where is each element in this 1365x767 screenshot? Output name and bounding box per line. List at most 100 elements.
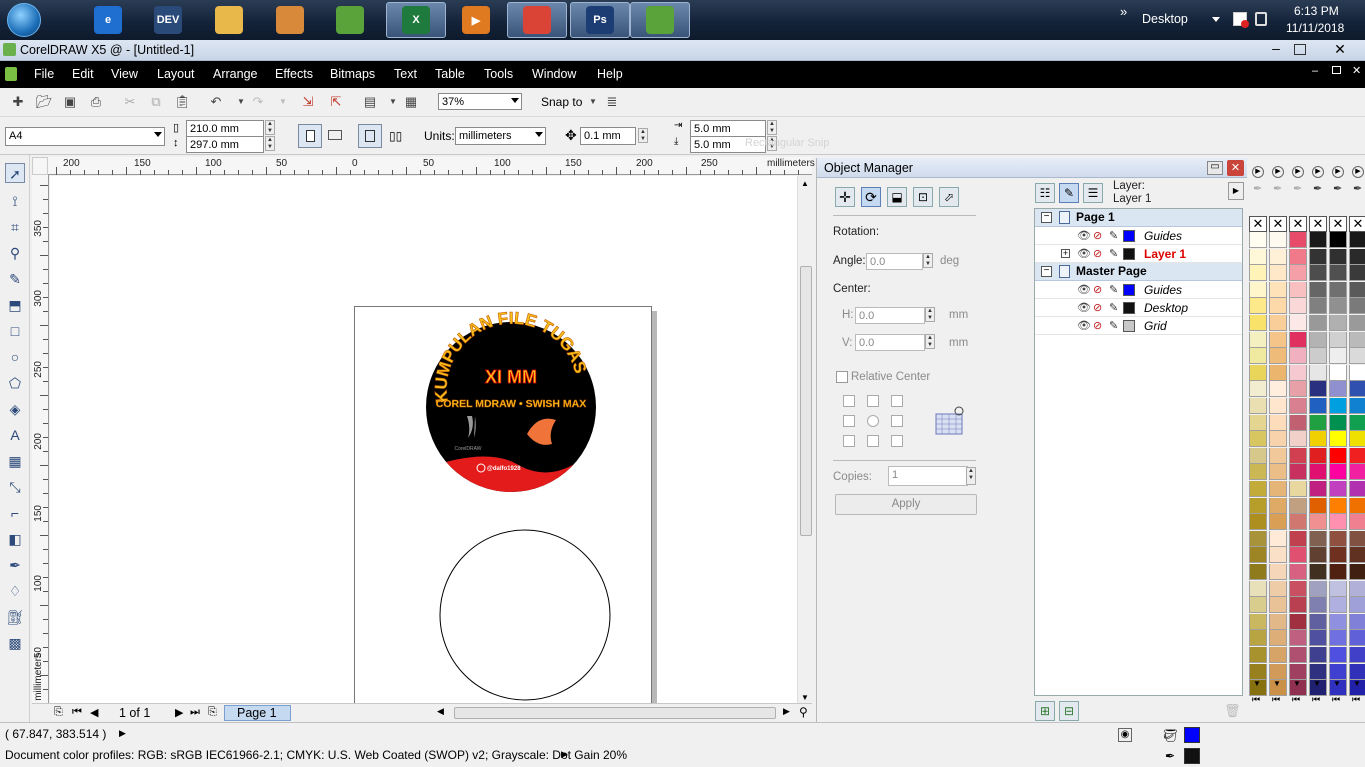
palette-swatch[interactable] xyxy=(1269,580,1287,597)
welcome-screen-icon[interactable]: ▦ xyxy=(403,94,419,110)
doc-close-button[interactable]: ✕ xyxy=(1352,64,1361,77)
layer-color-swatch[interactable] xyxy=(1123,302,1135,314)
palette-swatch[interactable] xyxy=(1269,663,1287,680)
ellipse-tool-icon[interactable]: ○ xyxy=(5,347,25,367)
palette-swatch[interactable] xyxy=(1329,597,1347,614)
printable-icon[interactable]: ⊘ xyxy=(1093,283,1102,296)
layer-color-swatch[interactable] xyxy=(1123,230,1135,242)
new-layer-icon[interactable]: ⊞ xyxy=(1035,701,1055,721)
palette-swatch[interactable] xyxy=(1309,431,1327,448)
palette-flyout-icon[interactable]: ▶ xyxy=(1312,166,1324,178)
export-icon[interactable]: ⇱ xyxy=(328,94,344,110)
launcher-dropdown-icon[interactable]: ▼ xyxy=(385,94,401,110)
menu-edit[interactable]: Edit xyxy=(72,67,94,81)
text-tool-icon[interactable]: A xyxy=(5,425,25,445)
palette-swatch[interactable] xyxy=(1349,630,1365,647)
drawing-canvas[interactable]: KUMPULAN FILE TUGAS XI MM COREL MDRAW • … xyxy=(50,176,797,704)
palette-scroll-end-icon[interactable]: ⏮ xyxy=(1352,694,1360,705)
no-color-swatch[interactable]: ✕ xyxy=(1309,216,1327,232)
layer-color-swatch[interactable] xyxy=(1123,248,1135,260)
toolbar-chevron[interactable]: » xyxy=(1120,4,1127,19)
palette-swatch[interactable] xyxy=(1329,281,1347,298)
palette-swatch[interactable] xyxy=(1249,497,1267,514)
menu-tools[interactable]: Tools xyxy=(484,67,513,81)
palette-swatch[interactable] xyxy=(1249,580,1267,597)
palette-swatch[interactable] xyxy=(1349,281,1365,298)
center-v-field[interactable]: 0.0 xyxy=(855,334,925,351)
snap-to-button[interactable]: Snap to xyxy=(541,95,582,109)
new-document-icon[interactable]: ✚ xyxy=(10,94,26,110)
next-page-icon[interactable]: ▶ xyxy=(175,706,183,719)
palette-swatch[interactable] xyxy=(1289,298,1307,315)
palette-swatch[interactable] xyxy=(1269,530,1287,547)
layer-color-swatch[interactable] xyxy=(1123,284,1135,296)
palette-swatch[interactable] xyxy=(1289,232,1307,248)
palette-swatch[interactable] xyxy=(1349,597,1365,614)
visibility-eye-icon[interactable]: 👁︎ xyxy=(1077,319,1091,332)
menu-view[interactable]: View xyxy=(111,67,138,81)
palette-swatch[interactable] xyxy=(1349,514,1365,531)
palette-swatch[interactable] xyxy=(1289,414,1307,431)
taskbar-app-file-explorer[interactable] xyxy=(199,2,259,38)
palette-swatch[interactable] xyxy=(1269,248,1287,265)
palette-swatch[interactable] xyxy=(1269,497,1287,514)
eyedropper-tool-icon[interactable]: ✒ xyxy=(5,555,25,575)
hscroll-left-icon[interactable]: ◀ xyxy=(437,706,444,717)
palette-scroll-end-icon[interactable]: ⏮ xyxy=(1292,694,1300,705)
palette-swatch[interactable] xyxy=(1289,530,1307,547)
palette-swatch[interactable] xyxy=(1329,547,1347,564)
palette-flyout-icon[interactable]: ▶ xyxy=(1352,166,1364,178)
palette-swatch[interactable] xyxy=(1349,398,1365,414)
palette-swatch[interactable] xyxy=(1349,364,1365,381)
palette-swatch[interactable] xyxy=(1269,481,1287,497)
palette-flyout-icon[interactable]: ▶ xyxy=(1272,166,1284,178)
last-page-icon[interactable]: ⏭ xyxy=(190,706,200,719)
palette-swatch[interactable] xyxy=(1309,663,1327,680)
palette-swatch[interactable] xyxy=(1309,232,1327,248)
anchor-point-1-2[interactable] xyxy=(891,415,903,427)
palette-swatch[interactable] xyxy=(1349,530,1365,547)
undo-dropdown-icon[interactable]: ▼ xyxy=(233,94,249,110)
palette-swatch[interactable] xyxy=(1309,647,1327,663)
collapse-toggle-icon[interactable]: − xyxy=(1041,266,1052,277)
palette-swatch[interactable] xyxy=(1309,597,1327,614)
add-page-before-icon[interactable]: ⎘ xyxy=(54,706,63,719)
delete-layer-icon[interactable]: 🗑︎ xyxy=(1224,703,1241,719)
expand-toggle-icon[interactable]: + xyxy=(1061,249,1070,258)
palette-swatch[interactable] xyxy=(1249,381,1267,398)
color-proof-icon[interactable]: ◉ xyxy=(1118,728,1132,742)
palette-swatch[interactable] xyxy=(1249,464,1267,481)
palette-swatch[interactable] xyxy=(1329,514,1347,531)
palette-swatch[interactable] xyxy=(1349,248,1365,265)
menu-text[interactable]: Text xyxy=(394,67,417,81)
scale-mirror-tab-icon[interactable]: ⬓ xyxy=(887,187,907,207)
profiles-expand-icon[interactable]: ▶ xyxy=(561,749,568,760)
palette-swatch[interactable] xyxy=(1329,315,1347,331)
outline-tool-icon[interactable]: ♢ xyxy=(5,581,25,601)
palette-scroll-down-icon[interactable]: ▼ xyxy=(1353,679,1361,688)
duplicate-x-field[interactable]: 5.0 mm xyxy=(690,120,766,137)
palette-swatch[interactable] xyxy=(1269,364,1287,381)
copies-field[interactable]: 1 xyxy=(888,466,968,486)
zoom-tool-icon[interactable]: ⚲ xyxy=(5,243,25,263)
application-launcher-icon[interactable]: ▤ xyxy=(362,94,378,110)
palette-swatch[interactable] xyxy=(1329,580,1347,597)
palette-swatch[interactable] xyxy=(1249,398,1267,414)
palette-swatch[interactable] xyxy=(1269,464,1287,481)
palette-swatch[interactable] xyxy=(1329,265,1347,282)
hscroll-right-icon[interactable]: ▶ xyxy=(783,706,790,717)
palette-swatch[interactable] xyxy=(1269,564,1287,580)
printable-icon[interactable]: ⊘ xyxy=(1093,229,1102,242)
start-button[interactable] xyxy=(2,1,46,39)
scroll-up-icon[interactable]: ▲ xyxy=(801,179,809,188)
menu-help[interactable]: Help xyxy=(597,67,623,81)
palette-swatch[interactable] xyxy=(1329,497,1347,514)
palette-swatch[interactable] xyxy=(1269,447,1287,464)
palette-swatch[interactable] xyxy=(1269,414,1287,431)
palette-swatch[interactable] xyxy=(1329,464,1347,481)
palette-swatch[interactable] xyxy=(1289,248,1307,265)
menu-window[interactable]: Window xyxy=(532,67,576,81)
palette-swatch[interactable] xyxy=(1249,431,1267,448)
center-h-field[interactable]: 0.0 xyxy=(855,307,925,324)
palette-swatch[interactable] xyxy=(1349,464,1365,481)
